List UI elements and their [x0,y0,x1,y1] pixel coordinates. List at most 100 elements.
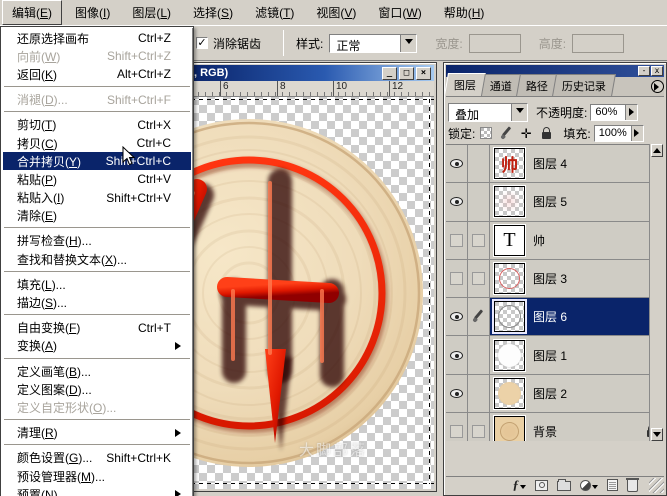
layer-thumbnail[interactable] [492,299,527,335]
menu-item-undo[interactable]: 还原选择画布 Ctrl+Z [3,29,191,47]
link-cell[interactable] [468,336,490,374]
menu-item-fill[interactable]: 填充(L)... [3,275,191,293]
layer-row[interactable]: 图层 2 [446,374,664,414]
fill-slider-icon[interactable] [630,125,643,141]
lock-transparency-icon[interactable] [479,126,493,140]
layer-name[interactable]: 图层 3 [533,270,567,287]
layer-row[interactable]: T 帅 [446,221,664,260]
layer-name[interactable]: 图层 4 [533,155,567,172]
visibility-toggle[interactable] [446,183,468,221]
layer-name[interactable]: 帅 [533,232,545,249]
layer-name[interactable]: 图层 5 [533,193,567,210]
new-layer-icon[interactable] [607,479,618,492]
close-button[interactable]: × [416,66,431,80]
menu-edit[interactable]: 编辑(E) [2,0,63,25]
visibility-toggle[interactable] [446,259,468,298]
visibility-toggle[interactable] [446,221,468,259]
minimize-button[interactable]: _ [382,66,397,80]
lock-all-icon[interactable] [539,126,553,140]
menu-view[interactable]: 视图(V) [307,1,365,24]
layer-name[interactable]: 图层 1 [533,347,567,364]
maximize-button[interactable]: □ [399,66,414,80]
menu-item-preferences[interactable]: 预置(N) [3,485,191,496]
menu-item-find-replace-text[interactable]: 查找和替换文本(X)... [3,250,191,268]
document-titlebar[interactable]: , RGB) _ □ × [191,65,434,81]
layer-thumbnail[interactable]: 帅 [493,147,526,181]
layer-row-selected[interactable]: 图层 6 [446,298,664,337]
layers-scrollbar[interactable] [649,144,664,441]
layer-thumbnail[interactable] [493,262,526,296]
layer-thumbnail[interactable] [493,338,526,372]
menu-select[interactable]: 选择(S) [184,1,242,24]
chevron-down-icon[interactable] [400,34,417,52]
layer-mask-icon[interactable] [535,479,548,492]
new-group-icon[interactable] [557,479,571,492]
panel-flyout-menu-icon[interactable] [651,80,664,93]
menu-item-stroke[interactable]: 描边(S)... [3,293,191,311]
panel-minimize-button[interactable]: - [638,66,650,76]
menu-filter[interactable]: 滤镜(T) [246,1,303,24]
menu-item-define-brush[interactable]: 定义画笔(B)... [3,362,191,380]
menu-item-define-pattern[interactable]: 定义图案(D)... [3,380,191,398]
link-cell[interactable] [468,374,490,413]
menu-item-clear[interactable]: 清除(E) [3,207,191,225]
visibility-toggle[interactable] [446,298,468,336]
scroll-down-icon[interactable] [651,428,663,441]
visibility-toggle[interactable] [446,374,468,413]
menu-help[interactable]: 帮助(H) [435,1,494,24]
link-cell[interactable] [468,145,490,183]
scroll-up-icon[interactable] [651,144,663,157]
opacity-slider-icon[interactable] [625,104,638,120]
delete-layer-icon[interactable] [626,478,639,492]
menu-item-check-spelling[interactable]: 拼写检查(H)... [3,232,191,250]
canvas[interactable]: 大脚部落 [191,97,434,489]
layer-thumbnail[interactable] [493,185,526,219]
panel-close-button[interactable]: x [651,66,663,76]
blend-mode-dropdown[interactable]: 叠加 [448,102,528,122]
layer-row[interactable]: 帅 图层 4 [446,145,664,184]
fill-field[interactable]: 100% [593,124,644,142]
menu-item-copy[interactable]: 拷贝(C) Ctrl+C [3,134,191,152]
visibility-toggle[interactable] [446,145,468,183]
layer-thumbnail[interactable] [493,415,526,441]
tab-layers[interactable]: 图层 [443,73,487,96]
link-cell[interactable] [468,183,490,221]
menu-window[interactable]: 窗口(W) [369,1,430,24]
menu-item-color-settings[interactable]: 颜色设置(G)... Shift+Ctrl+K [3,449,191,467]
lock-paint-icon[interactable] [499,126,513,140]
layer-style-icon[interactable]: ƒ [513,477,526,492]
layer-name[interactable]: 图层 6 [533,308,567,325]
menu-item-step-backward[interactable]: 返回(K) Alt+Ctrl+Z [3,65,191,83]
menu-item-paste-into[interactable]: 粘贴入(I) Shift+Ctrl+V [3,189,191,207]
layer-row[interactable]: 图层 1 [446,336,664,375]
layer-thumbnail[interactable] [493,376,526,410]
menu-item-transform[interactable]: 变换(A) [3,337,191,355]
layer-row[interactable]: 图层 5 [446,183,664,222]
menu-item-purge[interactable]: 清理(R) [3,424,191,442]
menu-item-preset-manager[interactable]: 预设管理器(M)... [3,467,191,485]
chevron-down-icon[interactable] [511,103,527,121]
text-layer-thumbnail[interactable]: T [493,223,526,257]
menu-item-paste[interactable]: 粘贴(P) Ctrl+V [3,170,191,188]
style-dropdown[interactable]: 正常 [329,33,418,53]
layer-row-background[interactable]: 背景 [446,413,664,441]
layer-name[interactable]: 图层 2 [533,385,567,402]
layer-name[interactable]: 背景 [533,423,557,440]
opacity-field[interactable]: 60% [590,103,639,121]
menu-item-copy-merged[interactable]: 合并拷贝(Y) Shift+Ctrl+C [3,152,191,171]
menu-item-free-transform[interactable]: 自由变换(F) Ctrl+T [3,319,191,337]
menu-image[interactable]: 图像(I) [66,1,119,24]
visibility-toggle[interactable] [446,336,468,374]
layer-row[interactable]: 图层 3 [446,259,664,299]
adjustment-layer-icon[interactable] [580,479,598,492]
menu-item-cut[interactable]: 剪切(T) Ctrl+X [3,116,191,134]
lock-position-icon[interactable]: ✛ [519,126,533,140]
panel-resize-grip[interactable] [649,478,664,493]
visibility-toggle[interactable] [446,413,468,441]
link-cell[interactable] [468,221,490,259]
link-cell[interactable] [468,259,490,298]
anti-alias-checkbox[interactable]: ✓ [196,37,208,49]
menu-layer[interactable]: 图层(L) [123,1,180,24]
link-cell[interactable] [468,413,490,441]
tab-history[interactable]: 历史记录 [552,74,616,96]
